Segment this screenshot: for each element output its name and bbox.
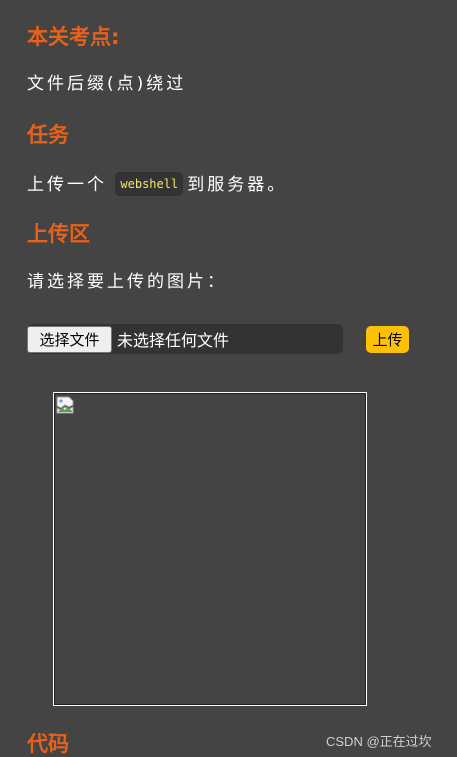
key-point-text: 文件后缀(点)绕过	[27, 74, 187, 94]
image-preview	[53, 392, 367, 706]
task-text: 上传一个 webshell 到服务器。	[27, 172, 287, 196]
file-input[interactable]: 选择文件 未选择任何文件	[27, 324, 343, 354]
code-heading: 代码	[27, 732, 69, 756]
task-text-before: 上传一个	[27, 175, 107, 195]
broken-image-icon	[56, 396, 74, 414]
webshell-code: webshell	[115, 172, 184, 196]
task-heading: 任务	[27, 123, 69, 147]
upload-area-heading: 上传区	[27, 222, 90, 246]
upload-button[interactable]: 上传	[366, 326, 409, 353]
task-text-after: 到服务器。	[187, 175, 288, 195]
csdn-watermark: CSDN @正在过坎	[326, 734, 432, 749]
upload-prompt: 请选择要上传的图片：	[27, 272, 227, 292]
choose-file-button[interactable]: 选择文件	[27, 325, 112, 353]
file-status-text: 未选择任何文件	[117, 331, 230, 350]
key-point-heading: 本关考点:	[27, 25, 120, 49]
